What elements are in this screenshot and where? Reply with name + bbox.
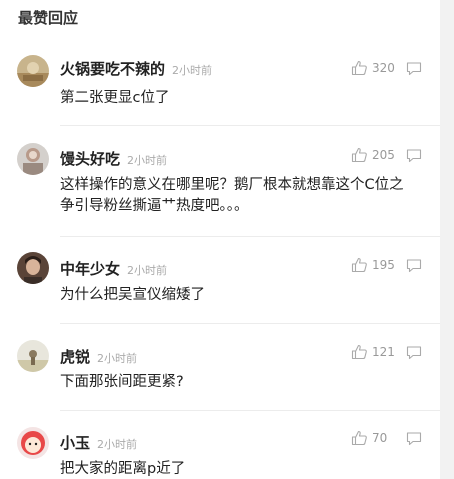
divider [60,236,440,237]
username[interactable]: 小玉 [60,434,90,452]
divider [60,125,440,126]
divider [60,410,440,411]
comment-actions: 195 [351,257,422,273]
avatar[interactable] [17,252,49,284]
like-count: 320 [372,61,395,75]
thumbs-up-icon [351,60,367,76]
comments-panel: 最赞回应 火锅要吃不辣的 2小时前 320 第二张更显c位了 馒头好吃 2小时前… [0,0,440,479]
comment-text: 为什么把吴宣仪缩矮了 [60,287,205,303]
thumbs-up-icon [351,147,367,163]
avatar[interactable] [17,55,49,87]
username[interactable]: 馒头好吃 [60,150,120,168]
comment-actions: 205 [351,147,422,163]
thumbs-up-icon [351,430,367,446]
thumbs-up-icon [351,344,367,360]
username[interactable]: 中年少女 [60,260,120,278]
like-button[interactable]: 70 [351,430,396,446]
comment-actions: 121 [351,344,422,360]
reply-icon[interactable] [406,345,422,360]
like-count: 195 [372,258,395,272]
username[interactable]: 火锅要吃不辣的 [60,60,165,78]
reply-icon[interactable] [406,61,422,76]
like-button[interactable]: 205 [351,147,396,163]
comment-text: 第二张更显c位了 [60,90,170,106]
comment-actions: 320 [351,60,422,76]
divider [60,323,440,324]
avatar[interactable] [17,340,49,372]
timestamp: 2小时前 [127,264,168,277]
username-row: 馒头好吃 2小时前 [60,148,167,169]
reply-icon[interactable] [406,148,422,163]
section-title: 最赞回应 [18,9,79,27]
comment-text: 下面那张间距更紧? [60,374,184,390]
username-row: 虎锐 2小时前 [60,346,137,367]
username-row: 中年少女 2小时前 [60,258,167,279]
comment-actions: 70 [351,430,422,446]
timestamp: 2小时前 [172,64,213,77]
reply-icon[interactable] [406,431,422,446]
comment-text: 把大家的距离p近了 [60,461,186,477]
avatar[interactable] [17,427,49,459]
timestamp: 2小时前 [97,438,138,451]
like-button[interactable]: 195 [351,257,396,273]
scrollbar[interactable] [440,0,454,479]
comment-text: 这样操作的意义在哪里呢？鹅厂根本就想靠这个C位之争引导粉丝撕逼艹热度吧。。。 [60,177,404,214]
username-row: 小玉 2小时前 [60,432,137,453]
like-button[interactable]: 320 [351,60,396,76]
avatar[interactable] [17,143,49,175]
timestamp: 2小时前 [97,352,138,365]
username-row: 火锅要吃不辣的 2小时前 [60,58,212,79]
like-count: 121 [372,345,395,359]
timestamp: 2小时前 [127,154,168,167]
like-count: 205 [372,148,395,162]
like-button[interactable]: 121 [351,344,396,360]
thumbs-up-icon [351,257,367,273]
like-count: 70 [372,431,388,445]
reply-icon[interactable] [406,258,422,273]
username[interactable]: 虎锐 [60,348,90,366]
